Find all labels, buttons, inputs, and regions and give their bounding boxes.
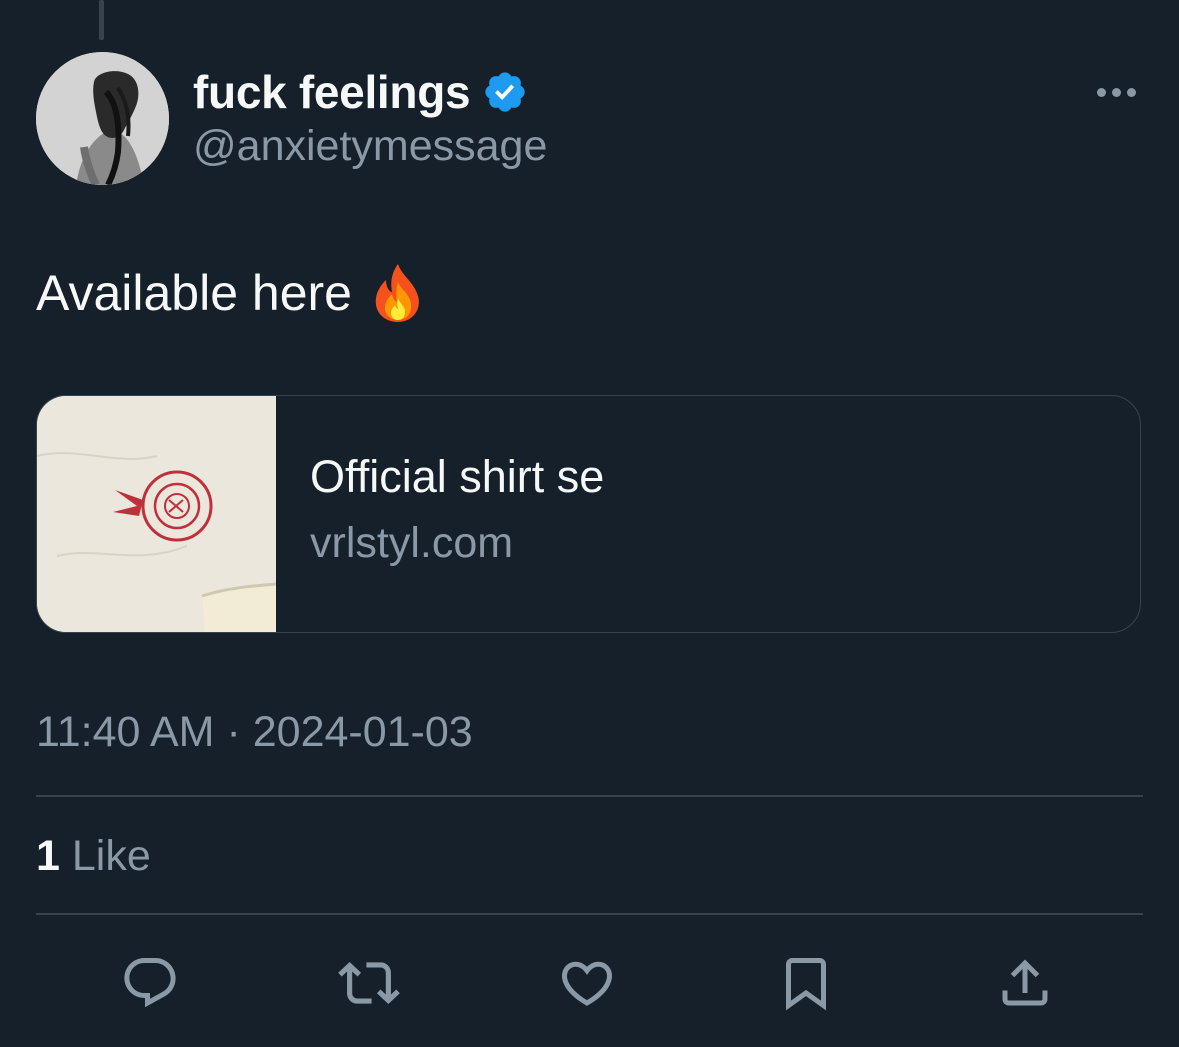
tweet-timestamp[interactable]: 11:40 AM · 2024-01-03: [36, 708, 473, 757]
more-dot-icon: [1126, 87, 1136, 97]
likes-summary[interactable]: 1 Like: [36, 832, 151, 881]
fire-emoji-icon: [375, 264, 419, 322]
more-dot-icon: [1096, 87, 1106, 97]
tweet-date: 2024-01-03: [252, 708, 473, 756]
reply-icon: [124, 958, 176, 1008]
timestamp-separator: ·: [226, 708, 241, 756]
thread-connector-line: [99, 0, 104, 40]
likes-count: 1: [36, 832, 60, 880]
retweet-icon: [338, 962, 400, 1004]
tweet-text: Available here: [36, 262, 426, 324]
like-button[interactable]: [552, 948, 622, 1018]
author-handle[interactable]: @anxietymessage: [193, 122, 547, 171]
bookmark-icon: [786, 958, 826, 1011]
tweet-time: 11:40 AM: [36, 708, 215, 756]
action-bar: [0, 948, 1179, 1018]
heart-icon: [561, 961, 613, 1006]
bookmark-button[interactable]: [771, 948, 841, 1018]
retweet-button[interactable]: [334, 948, 404, 1018]
display-name[interactable]: fuck feelings: [193, 65, 471, 119]
shirt-thumbnail-image: [37, 396, 276, 632]
link-card-domain: vrlstyl.com: [310, 519, 514, 567]
avatar-image: [36, 52, 169, 185]
reply-button[interactable]: [115, 948, 185, 1018]
divider: [36, 795, 1143, 797]
more-dot-icon: [1111, 87, 1121, 97]
share-button[interactable]: [990, 948, 1060, 1018]
share-icon: [1002, 959, 1048, 1006]
verified-badge-icon[interactable]: [482, 69, 528, 115]
more-options-button[interactable]: [1086, 72, 1146, 112]
divider: [36, 913, 1143, 915]
link-preview-card[interactable]: Official shirt se vrlstyl.com: [36, 395, 1141, 633]
link-card-title: Official shirt se: [310, 451, 605, 502]
tweet-body: Available here: [36, 265, 352, 321]
avatar[interactable]: [36, 52, 169, 185]
author-name-row: fuck feelings: [193, 62, 528, 122]
likes-label: Like: [71, 832, 151, 880]
